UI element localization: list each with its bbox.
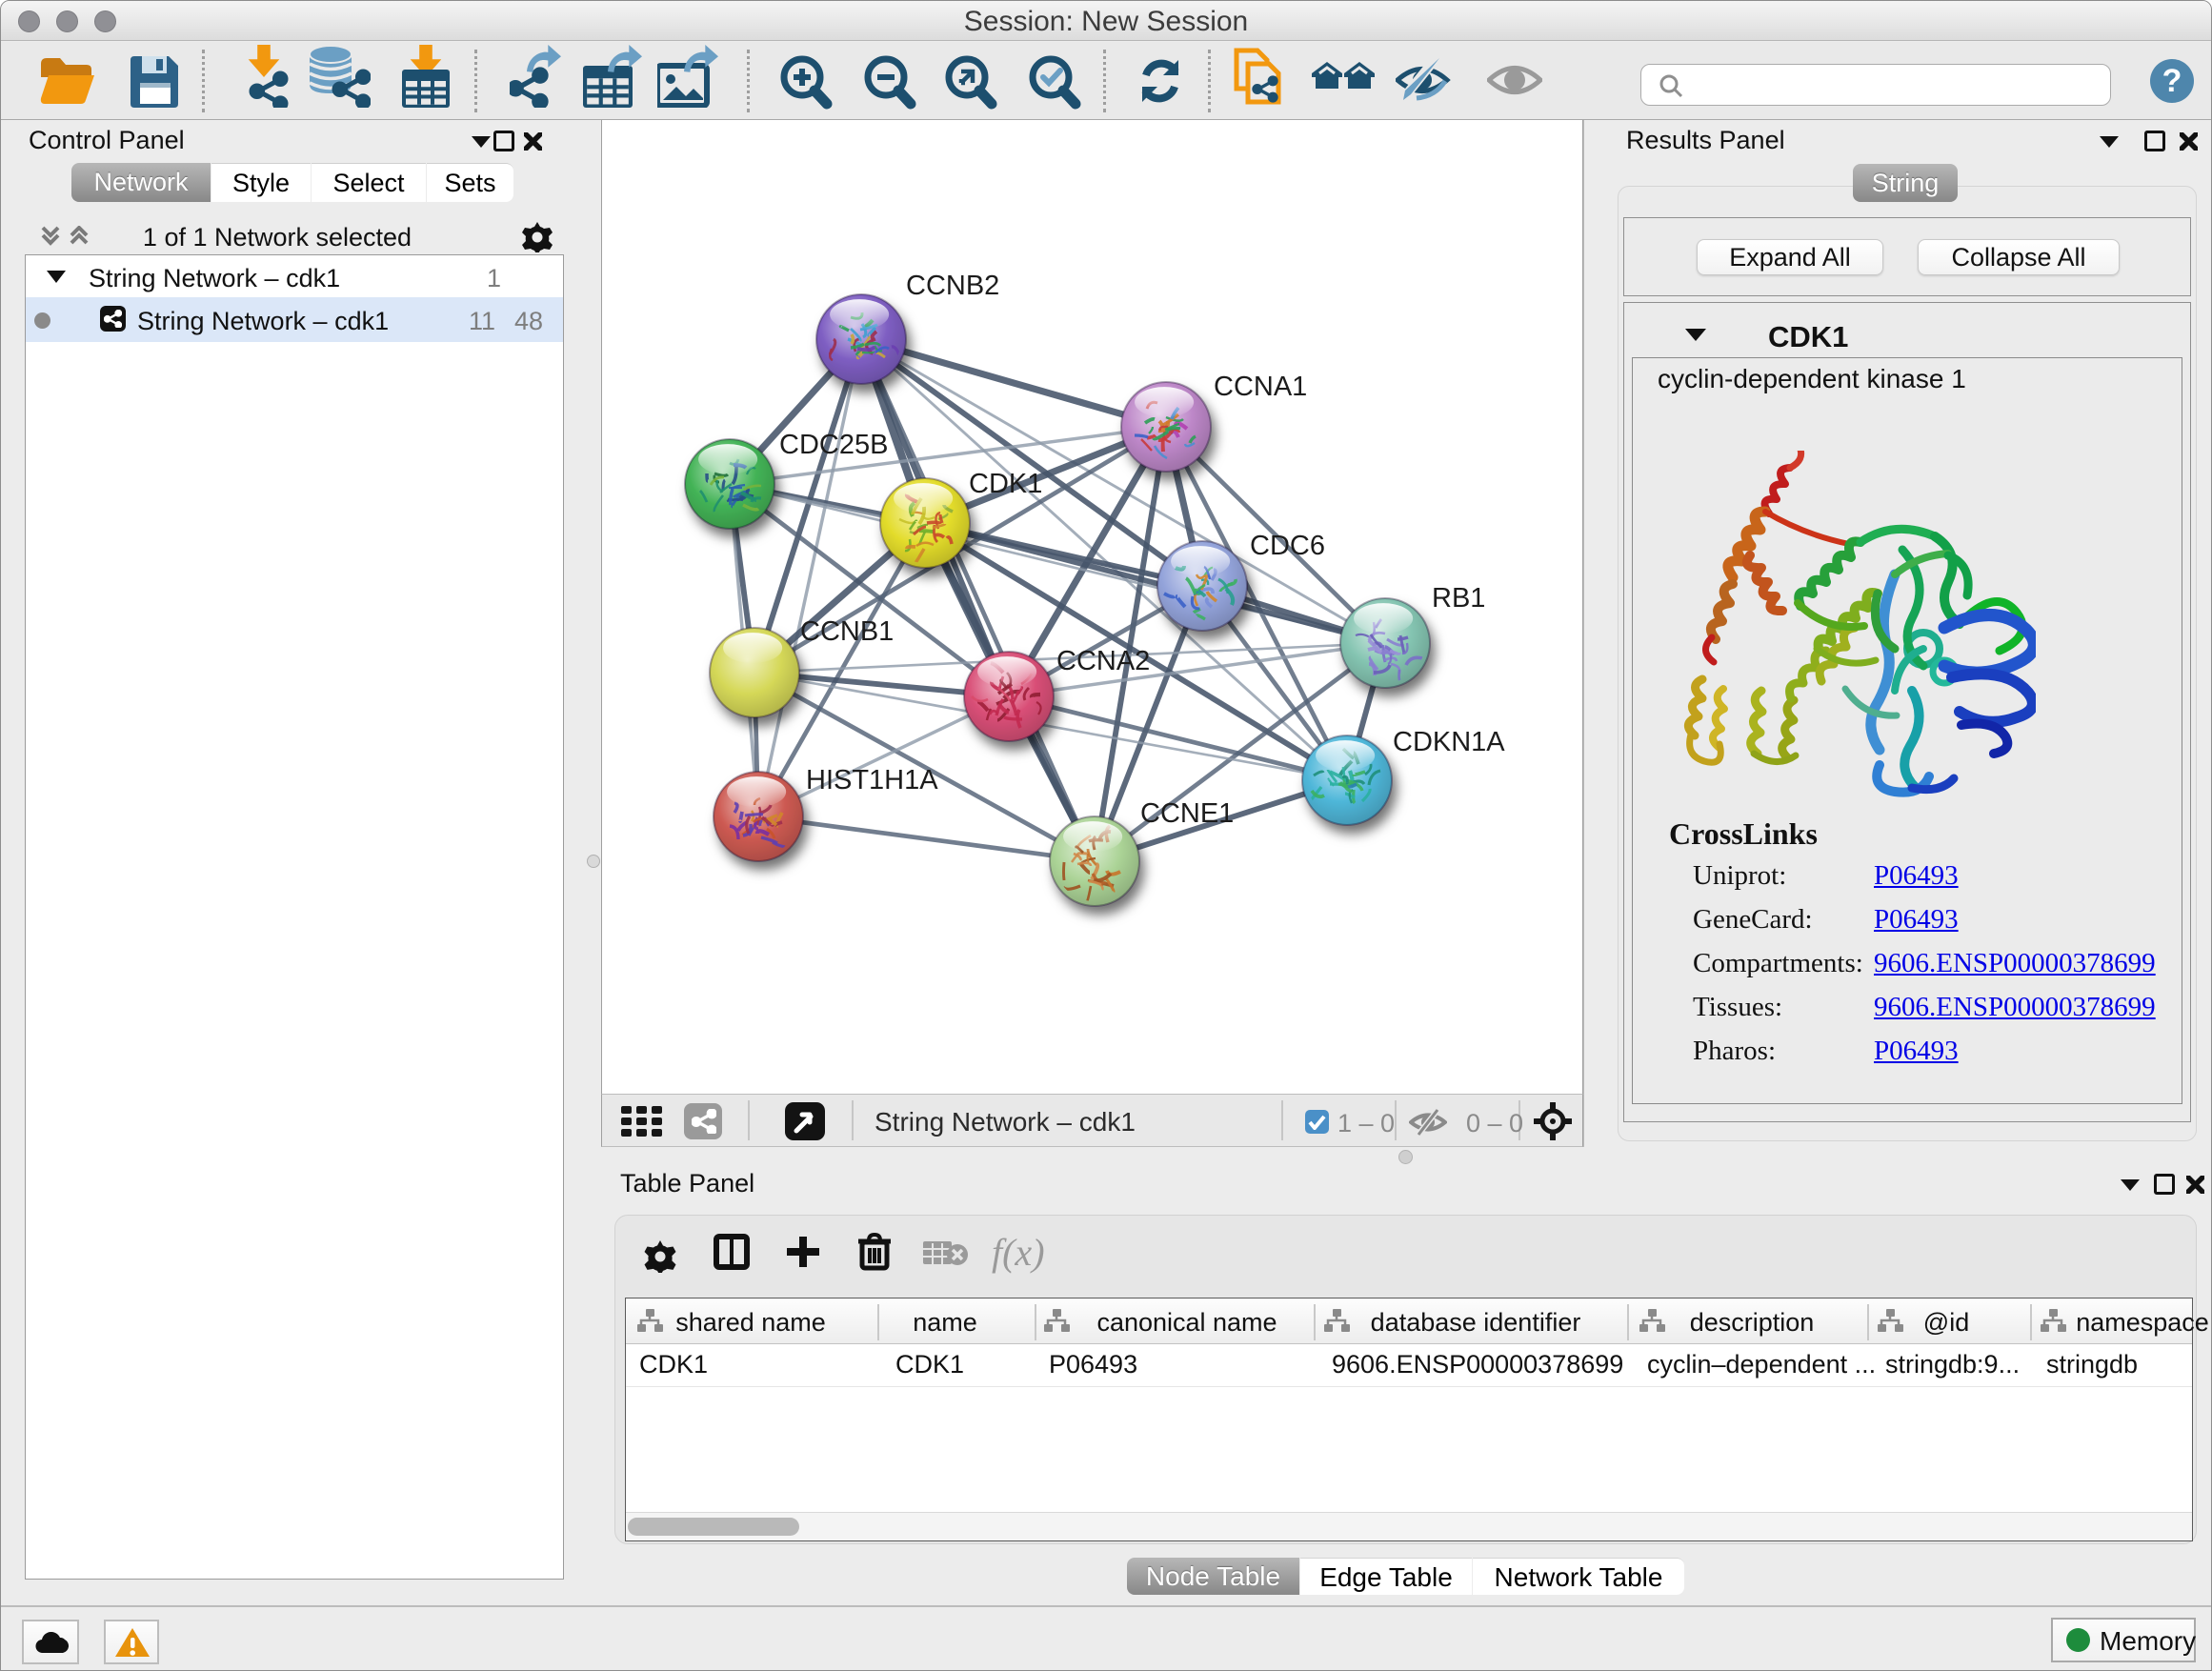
svg-text:CCNA1: CCNA1: [1214, 372, 1307, 402]
svg-text:CCNB1: CCNB1: [800, 616, 894, 647]
svg-text:CDC6: CDC6: [1250, 531, 1325, 561]
svg-text:CDK1: CDK1: [969, 469, 1042, 499]
svg-text:CCNB2: CCNB2: [906, 271, 999, 301]
svg-text:HIST1H1A: HIST1H1A: [806, 765, 938, 795]
svg-text:CCNE1: CCNE1: [1140, 798, 1234, 829]
svg-text:CDC25B: CDC25B: [779, 430, 888, 460]
svg-text:CCNA2: CCNA2: [1056, 646, 1150, 676]
svg-text:CDKN1A: CDKN1A: [1393, 727, 1505, 757]
svg-text:RB1: RB1: [1432, 583, 1485, 614]
